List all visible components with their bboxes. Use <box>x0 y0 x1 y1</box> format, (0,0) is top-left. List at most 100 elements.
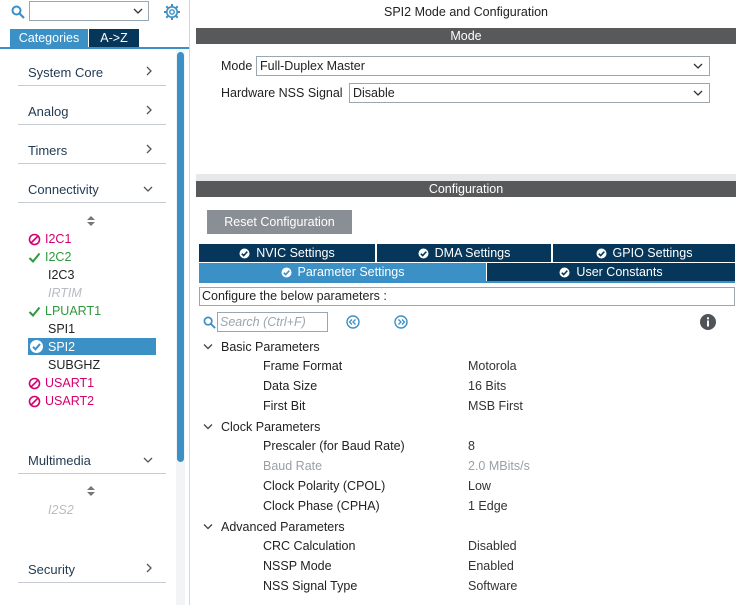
parameter-name: CRC Calculation <box>263 539 356 553</box>
parameter-name: NSS Signal Type <box>263 579 358 593</box>
list-item-spi1[interactable]: SPI1 <box>48 321 75 337</box>
item-label: USART1 <box>45 376 95 390</box>
tab-user-constants[interactable]: User Constants <box>487 263 735 281</box>
disabled-icon <box>28 233 41 245</box>
parameter-group-label: Basic Parameters <box>221 340 320 354</box>
sort-icon[interactable] <box>86 215 96 227</box>
parameter-value[interactable]: Disabled <box>468 539 517 553</box>
list-item-i2c2[interactable]: I2C2 <box>28 249 71 265</box>
mode-header: Mode <box>196 28 736 44</box>
chevron-down-icon <box>203 524 213 530</box>
item-label: SPI2 <box>48 339 76 354</box>
parameter-name: Frame Format <box>263 359 343 373</box>
category-multimedia[interactable]: Multimedia <box>18 447 166 474</box>
tab-underline <box>199 281 735 283</box>
checkmark-icon <box>28 252 41 263</box>
parameter-group[interactable]: Clock Parameters <box>203 418 320 436</box>
next-icon[interactable] <box>394 315 408 329</box>
parameter-value[interactable]: 8 <box>468 439 475 453</box>
tab-label: Parameter Settings <box>297 265 405 279</box>
chevron-down-icon <box>133 8 143 14</box>
nss-select[interactable]: Disable <box>349 83 710 103</box>
category-connectivity[interactable]: Connectivity <box>18 176 166 203</box>
category-timers[interactable]: Timers <box>18 137 166 164</box>
check-circle-icon <box>239 248 250 258</box>
parameter-group[interactable]: Basic Parameters <box>203 338 320 356</box>
parameter-group[interactable]: Advanced Parameters <box>203 518 345 536</box>
gear-icon[interactable] <box>163 3 181 21</box>
chevron-down-icon <box>693 63 703 69</box>
configure-label: Configure the below parameters : <box>199 287 735 306</box>
tab-categories[interactable]: Categories <box>10 29 88 47</box>
chevron-right-icon <box>146 144 152 154</box>
check-circle-icon <box>596 248 607 258</box>
tab-parameter-settings[interactable]: Parameter Settings <box>199 263 486 281</box>
check-circle-icon <box>559 267 570 277</box>
info-icon[interactable] <box>700 314 716 330</box>
tab-label: NVIC Settings <box>256 246 335 260</box>
search-icon[interactable] <box>203 316 216 329</box>
check-circle-icon <box>418 248 429 258</box>
chevron-right-icon <box>146 563 152 573</box>
category-label: Timers <box>28 143 68 158</box>
list-item-subghz[interactable]: SUBGHZ <box>48 357 100 373</box>
tab-nvic-settings[interactable]: NVIC Settings <box>199 244 375 262</box>
item-label: SUBGHZ <box>48 358 101 372</box>
parameter-value[interactable]: 16 Bits <box>468 379 506 393</box>
search-icon[interactable] <box>11 5 25 19</box>
category-security[interactable]: Security <box>18 556 166 583</box>
category-label: Security <box>28 562 75 577</box>
list-item-irtim: IRTIM <box>48 285 82 301</box>
list-item-i2c1[interactable]: I2C1 <box>28 231 71 247</box>
nss-select-value: Disable <box>353 86 395 100</box>
scrollbar-thumb[interactable] <box>177 52 184 462</box>
category-label: Connectivity <box>28 182 99 197</box>
parameter-group-label: Advanced Parameters <box>221 520 345 534</box>
chevron-down-icon <box>143 457 153 463</box>
parameter-value[interactable]: Software <box>468 579 517 593</box>
previous-icon[interactable] <box>346 315 360 329</box>
parameter-value: 2.0 MBits/s <box>468 459 530 473</box>
page-title: SPI2 Mode and Configuration <box>384 5 548 19</box>
parameter-value[interactable]: Low <box>468 479 491 493</box>
splitter[interactable] <box>196 174 736 181</box>
disabled-icon <box>28 395 41 407</box>
tab-dma-settings[interactable]: DMA Settings <box>377 244 551 262</box>
category-label: Multimedia <box>28 453 91 468</box>
parameter-name: Clock Phase (CPHA) <box>263 499 380 513</box>
configuration-header: Configuration <box>196 181 736 197</box>
tab-a-to-z[interactable]: A->Z <box>89 29 139 47</box>
parameter-value[interactable]: Motorola <box>468 359 517 373</box>
parameter-name: Clock Polarity (CPOL) <box>263 479 386 493</box>
parameter-name: NSSP Mode <box>263 559 332 573</box>
left-panel: Categories A->Z System Core Analog Timer… <box>0 0 190 605</box>
list-item-i2s2: I2S2 <box>48 502 74 518</box>
item-label: I2C3 <box>48 268 75 282</box>
chevron-right-icon <box>146 105 152 115</box>
reset-configuration-button[interactable]: Reset Configuration <box>207 210 352 234</box>
check-circle-icon <box>281 267 291 277</box>
parameter-value[interactable]: 1 Edge <box>468 499 508 513</box>
sort-icon[interactable] <box>86 485 96 497</box>
parameter-name: Baud Rate <box>263 459 323 473</box>
item-label: I2C1 <box>45 232 72 246</box>
list-item-i2c3[interactable]: I2C3 <box>48 267 74 283</box>
check-circle-icon <box>30 340 43 353</box>
category-analog[interactable]: Analog <box>18 98 166 125</box>
chevron-down-icon <box>693 90 703 96</box>
mode-label: Mode <box>221 59 253 73</box>
category-search-combobox[interactable] <box>29 1 149 21</box>
list-item-spi2[interactable]: SPI2 <box>28 338 156 355</box>
parameter-search-input[interactable]: Search (Ctrl+F) <box>217 312 328 332</box>
parameter-value[interactable]: MSB First <box>468 399 523 413</box>
list-item-usart1[interactable]: USART1 <box>28 375 94 391</box>
category-system-core[interactable]: System Core <box>18 59 166 86</box>
parameter-value[interactable]: Enabled <box>468 559 514 573</box>
disabled-icon <box>28 377 41 389</box>
tab-label: User Constants <box>576 265 663 279</box>
parameter-name: First Bit <box>263 399 306 413</box>
list-item-usart2[interactable]: USART2 <box>28 393 94 409</box>
tab-gpio-settings[interactable]: GPIO Settings <box>553 244 735 262</box>
mode-select[interactable]: Full-Duplex Master <box>256 56 710 76</box>
list-item-lpuart1[interactable]: LPUART1 <box>28 303 101 319</box>
